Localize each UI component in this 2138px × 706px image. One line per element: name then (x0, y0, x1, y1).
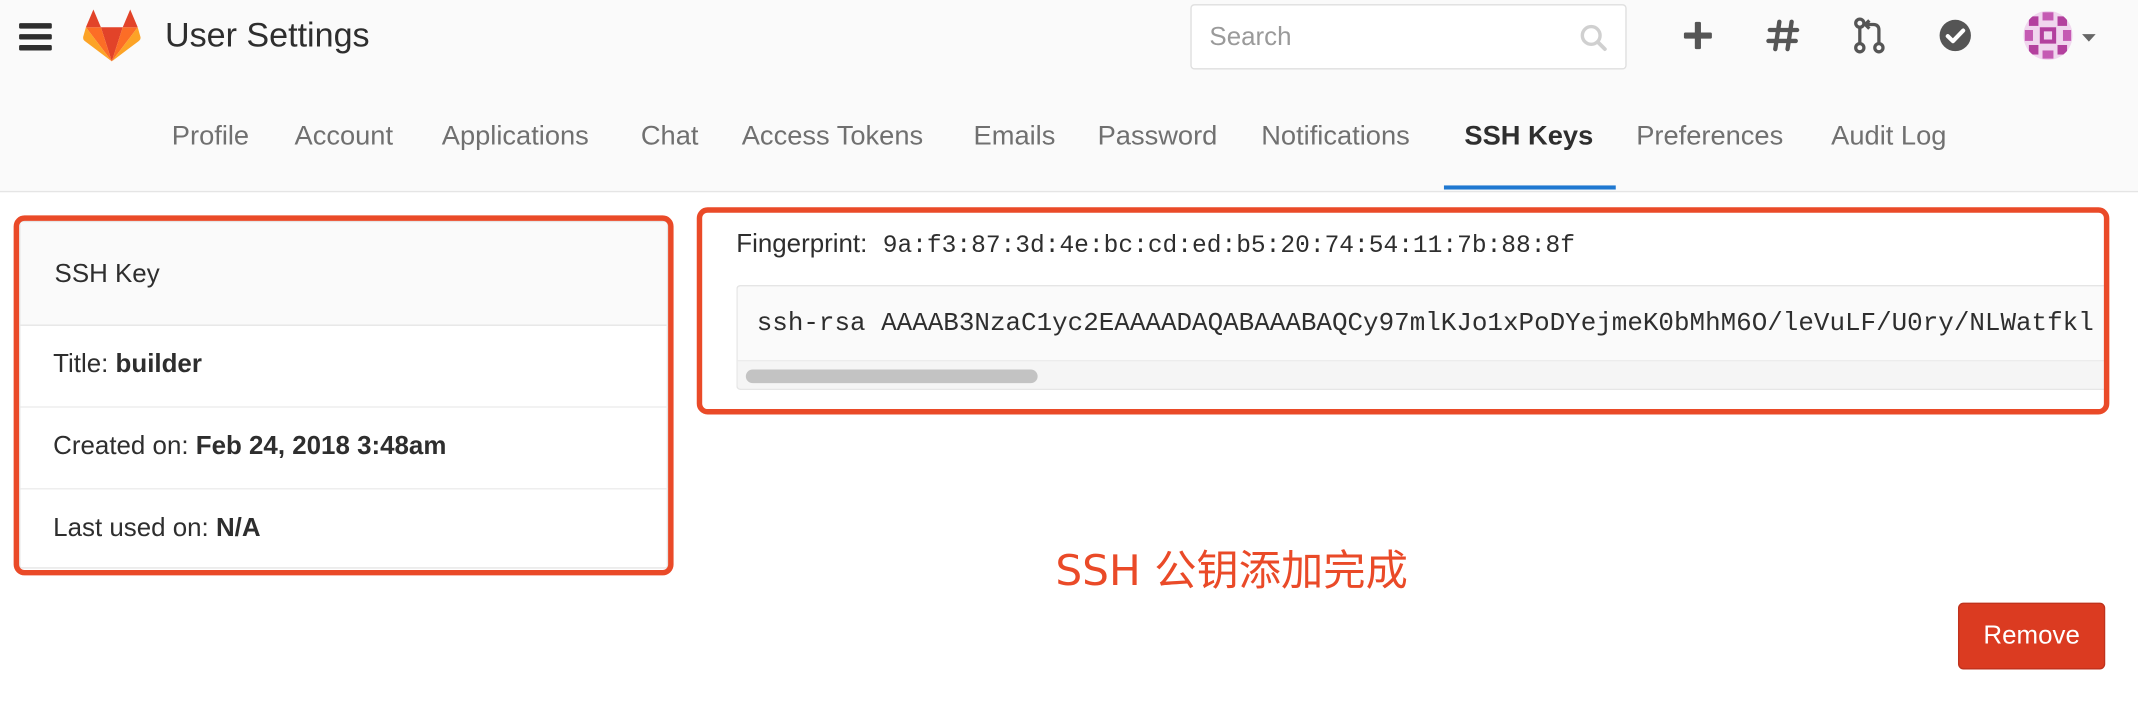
key-last-used-label: Last used on: (53, 514, 209, 543)
ssh-key-card: SSH Key Title: builder Created on: Feb 2… (19, 220, 669, 569)
chevron-down-icon[interactable] (2081, 33, 2097, 44)
active-tab-indicator (1443, 185, 1616, 190)
fingerprint-line: Fingerprint: 9a:f3:87:3d:4e:bc:cd:ed:b5:… (736, 230, 1575, 260)
hash-icon[interactable] (1766, 16, 1801, 54)
tab-notifications[interactable]: Notifications (1261, 101, 1410, 191)
tab-profile[interactable]: Profile (172, 101, 249, 191)
tab-ssh-keys[interactable]: SSH Keys (1464, 101, 1593, 191)
tab-access-tokens[interactable]: Access Tokens (742, 101, 923, 191)
app-title[interactable]: User Settings (165, 16, 370, 56)
settings-tabs: Profile Account Applications Chat Access… (0, 101, 2138, 191)
menu-icon[interactable] (19, 23, 52, 50)
remove-button[interactable]: Remove (1957, 602, 2106, 670)
search-box[interactable] (1190, 4, 1627, 70)
tab-password[interactable]: Password (1098, 101, 1218, 191)
plus-icon[interactable] (1680, 16, 1715, 54)
tab-audit-log[interactable]: Audit Log (1831, 101, 1946, 191)
key-title-label: Title: (53, 350, 109, 380)
fingerprint-label: Fingerprint: (736, 230, 868, 260)
page: User Settings Search Profile Account App… (0, 0, 2138, 706)
tab-emails[interactable]: Emails (974, 101, 1056, 191)
public-key-box[interactable]: ssh-rsa AAAAB3NzaC1yc2EAAAADAQABAAABAQCy… (736, 284, 2106, 390)
key-last-used-row: Last used on: N/A (20, 488, 666, 567)
search-input[interactable] (1209, 21, 1564, 55)
tab-applications[interactable]: Applications (442, 101, 589, 191)
key-created-value: Feb 24, 2018 3:48am (195, 432, 447, 461)
key-created-label: Created on: (53, 432, 189, 461)
key-title-value: builder (115, 350, 202, 380)
key-last-used-value: N/A (215, 514, 261, 543)
search-icon (1580, 24, 1607, 51)
tab-preferences[interactable]: Preferences (1636, 101, 1783, 191)
key-created-row: Created on: Feb 24, 2018 3:48am (20, 406, 667, 490)
tab-account[interactable]: Account (295, 101, 394, 191)
public-key-text[interactable]: ssh-rsa AAAAB3NzaC1yc2EAAAADAQABAAABAQCy… (757, 308, 2094, 338)
ssh-key-card-header: SSH Key (20, 222, 667, 326)
scrollbar-thumb[interactable] (745, 369, 1038, 384)
card-title: SSH Key (54, 260, 160, 290)
top-header: User Settings Search Profile Account App… (0, 0, 2138, 193)
fingerprint-value: 9a:f3:87:3d:4e:bc:cd:ed:b5:20:74:54:11:7… (882, 233, 1575, 261)
avatar[interactable] (2023, 10, 2073, 60)
key-title-row: Title: builder (20, 325, 667, 408)
gitlab-logo[interactable] (82, 8, 142, 63)
tab-chat[interactable]: Chat (641, 101, 699, 191)
merge-request-icon[interactable] (1852, 16, 1887, 54)
todo-check-icon[interactable] (1938, 16, 1973, 54)
annotation-text: SSH 公钥添加完成 (1055, 546, 1408, 596)
